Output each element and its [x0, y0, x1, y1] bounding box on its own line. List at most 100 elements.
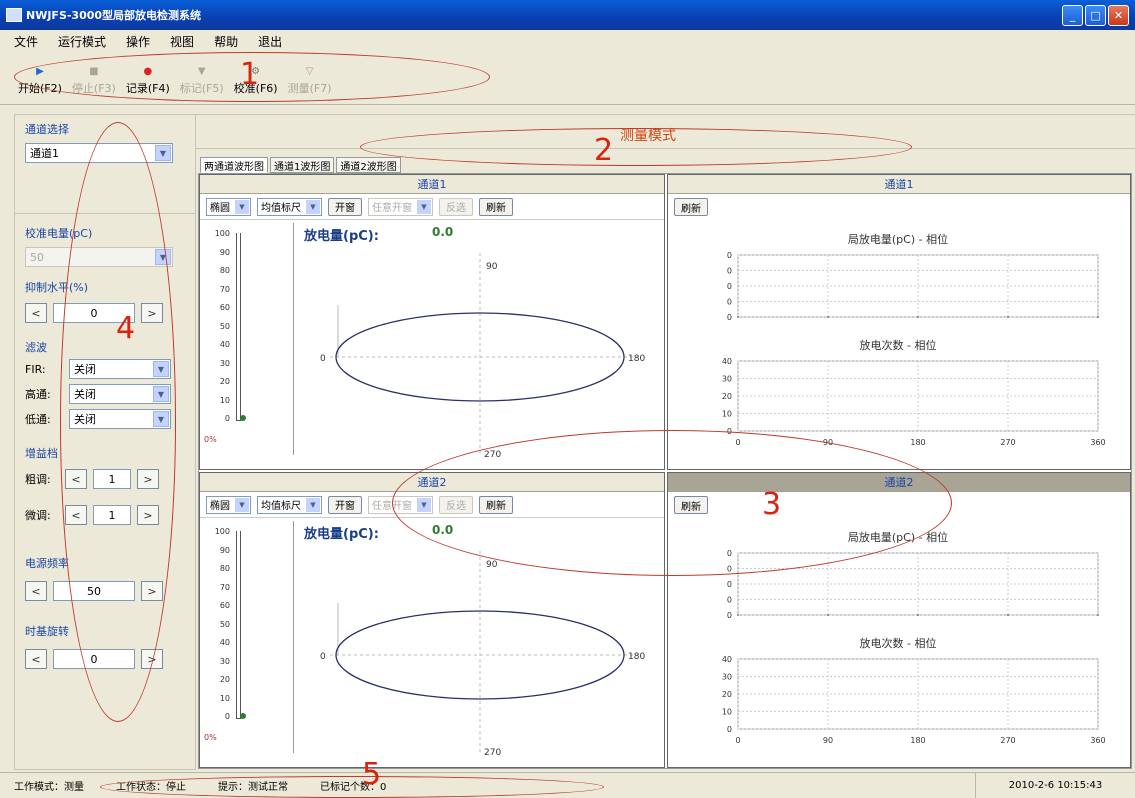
- meter-tick-label: 90: [219, 247, 230, 257]
- open-window-button[interactable]: 开窗: [328, 197, 362, 216]
- meter-tick-label: 70: [219, 284, 230, 294]
- amp-ytick: 0: [727, 580, 732, 589]
- tab-strip: 两通道波形图 通道1波形图 通道2波形图: [200, 157, 401, 173]
- amp-ytick: 0: [727, 313, 732, 322]
- chevron-down-icon: ▼: [306, 497, 320, 512]
- ellipse-label-left: 0: [320, 652, 326, 662]
- cnt-ytick: 20: [722, 392, 732, 401]
- phase-xtick: 360: [1090, 736, 1105, 745]
- invert-button[interactable]: 反选: [439, 197, 473, 216]
- callout-number-4: 4: [116, 311, 136, 346]
- cnt-ytick: 30: [722, 673, 732, 682]
- amp-data-point: [1007, 614, 1009, 616]
- meter-tick-label: 60: [219, 601, 230, 610]
- maximize-button[interactable]: □: [1085, 5, 1106, 26]
- filter-fir-label: FIR:: [25, 362, 46, 376]
- meter-tick-label: 100: [214, 527, 230, 536]
- left-pane-ch1: 通道1 椭圆 ▼ 均值标尺 ▼ 开窗 任意开窗 ▼ 反选 刷新 100 90 80 70 60 50 40 30 2…: [199, 174, 665, 470]
- menu-file[interactable]: 文件: [14, 33, 38, 50]
- chevron-down-icon: ▼: [306, 199, 320, 214]
- tab-channel-2[interactable]: 通道2波形图: [336, 157, 401, 173]
- phase-xtick: 180: [910, 438, 925, 447]
- meter-tick-label: 100: [214, 229, 230, 238]
- discharge-meter: 100 90 80 70 60 50 40 30 20 10 0 0%: [204, 521, 294, 753]
- any-window-select[interactable]: 任意开窗 ▼: [368, 197, 433, 216]
- tab-channel-1[interactable]: 通道1波形图: [270, 157, 335, 173]
- shape-select[interactable]: 椭圆 ▼: [206, 197, 251, 216]
- cnt-ytick: 30: [722, 375, 732, 384]
- shape-select[interactable]: 椭圆 ▼: [206, 495, 251, 514]
- tab-both-channels[interactable]: 两通道波形图: [200, 157, 268, 173]
- cnt-ytick: 10: [722, 410, 732, 419]
- menu-view[interactable]: 视图: [170, 33, 194, 50]
- callout-number-2: 2: [594, 133, 614, 168]
- meter-scale: [236, 233, 241, 421]
- callout-number-5: 5: [362, 757, 382, 792]
- discharge-label: 放电量(pC):: [304, 527, 379, 542]
- ellipse-label-top: 90: [486, 262, 498, 272]
- phase-xtick: 0: [735, 736, 740, 745]
- cnt-ytick: 10: [722, 708, 732, 717]
- phase-xtick: 180: [910, 736, 925, 745]
- ellipse-label-left: 0: [320, 354, 326, 364]
- meter-indicator: [240, 415, 246, 421]
- pane-toolbar: 刷新: [668, 194, 1130, 220]
- status-work-mode: 工作模式：测量: [14, 782, 84, 793]
- refresh-button[interactable]: 刷新: [479, 197, 513, 216]
- ellipse-label-top: 90: [486, 560, 498, 570]
- cnt-ytick: 40: [722, 357, 732, 366]
- suppress-decrement-button[interactable]: <: [25, 303, 47, 323]
- phase-decrement-button[interactable]: <: [25, 649, 47, 669]
- phase-ellipse-plot: 90 0 180 270: [320, 551, 645, 758]
- ellipse-label-bottom: 270: [484, 748, 501, 758]
- cnt-chart-title: 放电次数 - 相位: [860, 636, 937, 650]
- menu-bar: 文件 运行模式 操作 视图 帮助 退出: [0, 30, 1135, 52]
- menu-exit[interactable]: 退出: [258, 33, 282, 50]
- chevron-down-icon: ▼: [155, 145, 171, 161]
- amp-ytick: 0: [727, 251, 732, 260]
- meter-tick-label: 40: [219, 340, 230, 349]
- meter-percent: 0%: [204, 733, 217, 742]
- amp-ytick: 0: [727, 282, 732, 291]
- amp-ytick: 0: [727, 611, 732, 620]
- meter-tick-label: 30: [219, 656, 230, 666]
- chevron-down-icon: ▼: [235, 199, 249, 214]
- amp-data-point: [827, 614, 829, 616]
- amp-data-point: [1097, 316, 1099, 318]
- ellipse-label-right: 180: [628, 652, 645, 662]
- fine-label: 微调:: [25, 509, 51, 522]
- meter-tick-label: 90: [219, 545, 230, 555]
- amp-ytick: 0: [727, 596, 732, 605]
- callout-ellipse-4: [60, 122, 176, 722]
- status-datetime: 2010-2-6 10:15:43: [975, 772, 1135, 798]
- menu-operate[interactable]: 操作: [126, 33, 150, 50]
- app-icon: [6, 8, 22, 22]
- pane-toolbar: 椭圆 ▼ 均值标尺 ▼ 开窗 任意开窗 ▼ 反选 刷新: [200, 194, 664, 220]
- phase-xtick: 270: [1000, 438, 1015, 447]
- callout-number-3: 3: [762, 487, 782, 522]
- menu-help[interactable]: 帮助: [214, 33, 238, 50]
- callout-ellipse-5: [100, 776, 604, 798]
- title-bar: NWJFS-3000型局部放电检测系统 _ □ ✕: [0, 0, 1135, 30]
- minimize-button[interactable]: _: [1062, 5, 1083, 26]
- callout-ellipse-2: [360, 128, 912, 166]
- meter-tick-label: 20: [219, 675, 230, 684]
- meter-tick-label: 50: [219, 321, 230, 331]
- ellipse-label-right: 180: [628, 354, 645, 364]
- menu-run-mode[interactable]: 运行模式: [58, 33, 106, 50]
- cnt-ytick: 20: [722, 690, 732, 699]
- amp-data-point: [917, 316, 919, 318]
- pane-title: 通道1: [668, 175, 1130, 194]
- amp-chart-title: 局放电量(pC) - 相位: [848, 232, 948, 246]
- meter-tick-label: 10: [219, 395, 230, 405]
- freq-decrement-button[interactable]: <: [25, 581, 47, 601]
- cnt-ytick: 40: [722, 655, 732, 664]
- open-window-button[interactable]: 开窗: [328, 495, 362, 514]
- meter-tick-label: 40: [219, 638, 230, 647]
- amp-data-point: [737, 614, 739, 616]
- meter-percent: 0%: [204, 435, 217, 444]
- scale-select[interactable]: 均值标尺 ▼: [257, 197, 322, 216]
- refresh-button[interactable]: 刷新: [674, 198, 708, 216]
- scale-select[interactable]: 均值标尺 ▼: [257, 495, 322, 514]
- close-button[interactable]: ✕: [1108, 5, 1129, 26]
